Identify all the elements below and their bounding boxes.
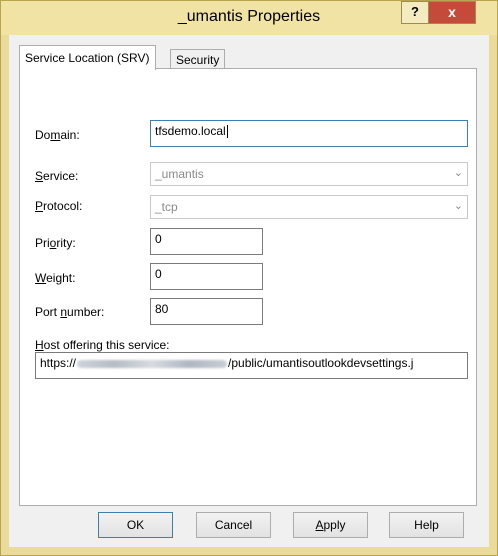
weight-label: Weight: [35,271,76,285]
ok-button[interactable]: OK [98,512,173,538]
host-value-suffix: /public/umantisoutlookdevsettings.j [228,356,414,370]
priority-field[interactable]: 0 [150,228,263,255]
protocol-label: Protocol: [35,199,83,213]
redacted-hostname [77,359,228,368]
domain-label: Domain: [35,128,80,142]
port-field[interactable]: 80 [150,298,263,325]
protocol-select[interactable]: _tcp ⌄ [150,195,468,219]
host-label: Host offering this service: [35,338,170,352]
help-button[interactable]: Help [389,512,464,538]
domain-field[interactable]: tfsdemo.local [150,120,468,147]
service-label: Service: [35,169,79,183]
title-bar[interactable]: _umantis Properties ? x [1,1,497,35]
host-value-prefix: https:// [40,356,77,370]
tab-security[interactable]: Security [170,49,226,70]
domain-value: tfsdemo.local [155,124,226,138]
chevron-down-icon: ⌄ [453,200,463,212]
properties-dialog: _umantis Properties ? x Service Location… [0,0,498,556]
tab-service-location[interactable]: Service Location (SRV) [19,45,156,70]
close-button[interactable]: x [428,1,476,24]
service-select[interactable]: _umantis ⌄ [150,162,468,186]
dialog-client-area: Service Location (SRV) Security Domain: … [9,35,489,547]
apply-button[interactable]: Apply [293,512,368,538]
srv-tab-panel: Domain: tfsdemo.local Service: _umantis … [19,68,477,506]
cancel-button[interactable]: Cancel [196,512,271,538]
text-caret [226,125,228,139]
host-field[interactable]: https:// /public/umantisoutlookdevsetting… [35,352,468,379]
priority-label: Priority: [35,236,76,250]
chevron-down-icon: ⌄ [453,167,463,179]
weight-field[interactable]: 0 [150,263,263,290]
protocol-value: _tcp [155,200,178,214]
help-title-button[interactable]: ? [401,1,429,24]
service-value: _umantis [155,167,204,181]
port-label: Port number: [35,305,105,319]
